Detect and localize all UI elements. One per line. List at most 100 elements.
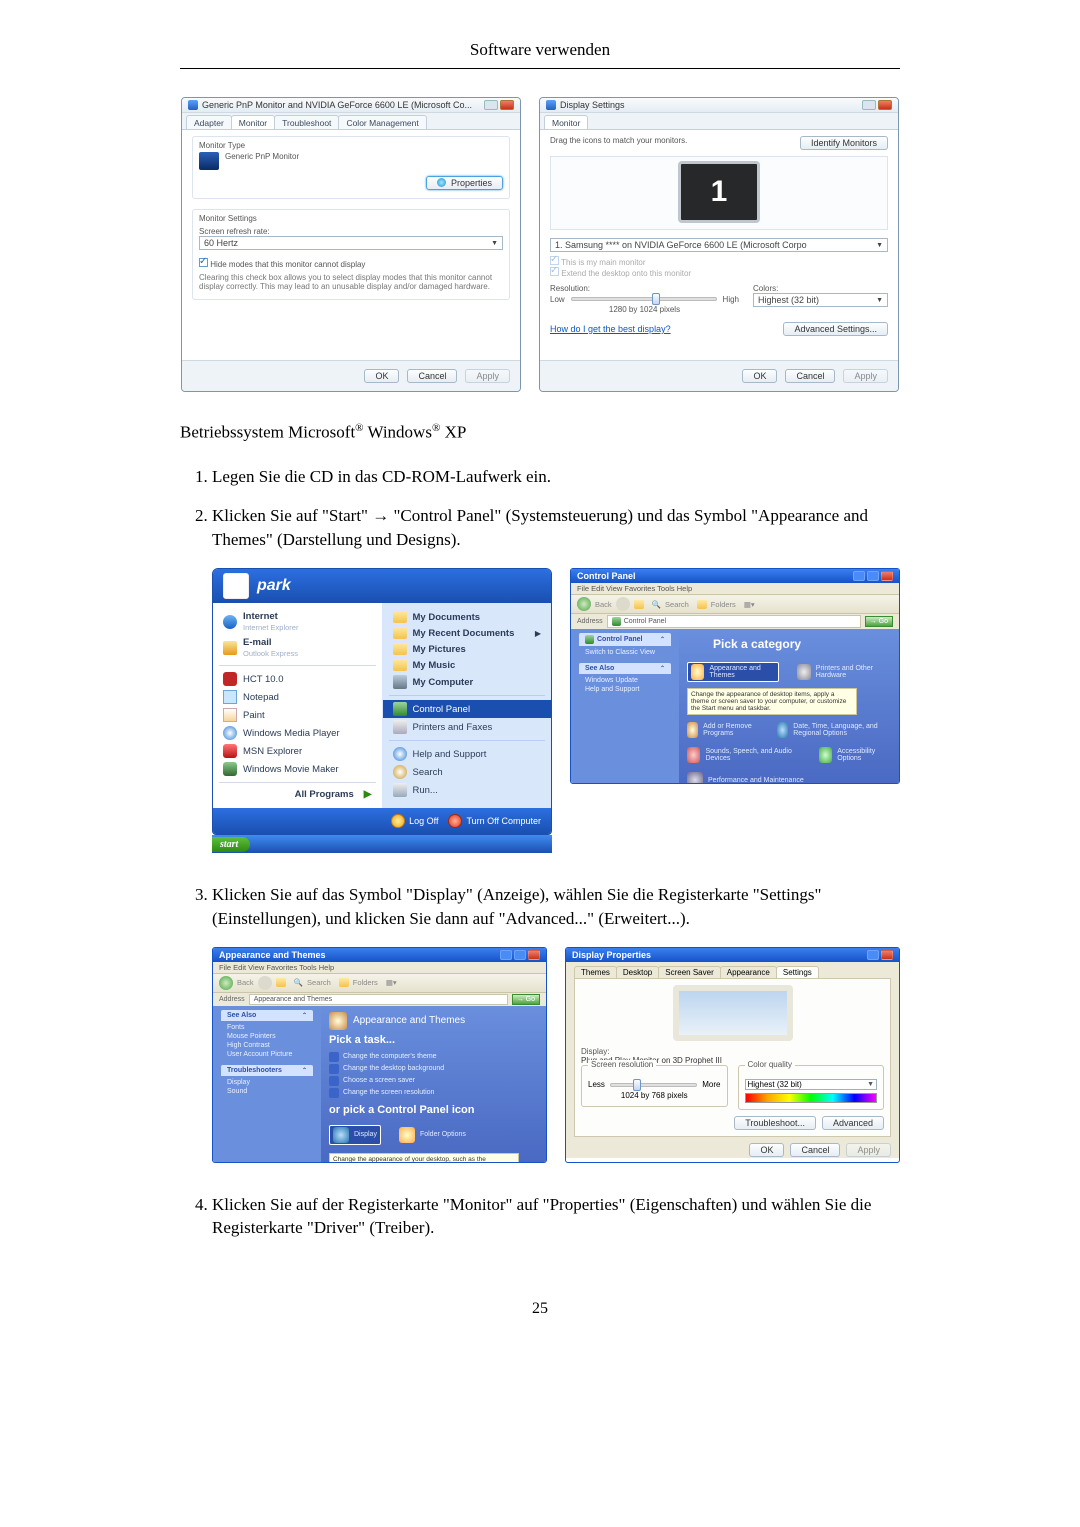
cat-performance[interactable]: Performance and Maintenance	[687, 772, 804, 784]
minimize-icon[interactable]	[862, 100, 876, 110]
sm-mydocs[interactable]: My Documents	[383, 609, 552, 625]
sm-search[interactable]: Search	[383, 763, 552, 781]
colors-select[interactable]: Highest (32 bit) ▼	[753, 293, 888, 307]
cat-add-remove[interactable]: Add or Remove Programs	[687, 722, 759, 738]
tab-screensaver[interactable]: Screen Saver	[658, 966, 720, 978]
seealso-item[interactable]: Fonts	[217, 1023, 317, 1032]
seealso-header[interactable]: See Also⌃	[221, 1010, 313, 1021]
at-menu[interactable]: File Edit View Favorites Tools Help	[213, 962, 546, 974]
task-item[interactable]: Change the computer's theme	[329, 1052, 538, 1062]
close-icon[interactable]	[528, 950, 540, 960]
cat-printers[interactable]: Printers and Other Hardware	[797, 662, 891, 682]
minimize-icon[interactable]	[853, 571, 865, 581]
cp-titlebar[interactable]: Control Panel	[571, 569, 899, 583]
sm-hct[interactable]: HCT 10.0	[213, 670, 382, 688]
seealso-item[interactable]: User Account Picture	[217, 1050, 317, 1059]
ok-button[interactable]: OK	[364, 369, 399, 383]
task-item[interactable]: Choose a screen saver	[329, 1076, 538, 1086]
sm-email[interactable]: E-mailOutlook Express	[213, 635, 382, 661]
go-button[interactable]: → Go	[512, 994, 540, 1005]
close-icon[interactable]	[881, 950, 893, 960]
sm-run[interactable]: Run...	[383, 781, 552, 799]
vista-right-titlebar[interactable]: Display Settings	[540, 98, 898, 113]
search-icon[interactable]: 🔍	[294, 978, 303, 987]
sm-controlpanel[interactable]: Control Panel	[383, 700, 552, 718]
apply-button[interactable]: Apply	[843, 369, 888, 383]
advanced-button[interactable]: Advanced	[822, 1116, 884, 1130]
tab-monitor[interactable]: Monitor	[231, 115, 275, 129]
properties-button[interactable]: Properties	[426, 176, 503, 190]
turnoff-button[interactable]: Turn Off Computer	[448, 814, 541, 828]
sm-printers[interactable]: Printers and Faxes	[383, 718, 552, 736]
address-bar[interactable]: Control Panel	[607, 615, 861, 628]
icon-display[interactable]: Display	[329, 1125, 381, 1145]
refresh-rate-select[interactable]: 60 Hertz ▼	[199, 236, 503, 250]
troubleshoot-button[interactable]: Troubleshoot...	[734, 1116, 816, 1130]
sm-mycomputer[interactable]: My Computer	[383, 673, 552, 691]
at-titlebar[interactable]: Appearance and Themes	[213, 948, 546, 962]
back-icon[interactable]	[219, 976, 233, 990]
sm-mymusic[interactable]: My Music	[383, 657, 552, 673]
ok-button[interactable]: OK	[742, 369, 777, 383]
task-item[interactable]: Change the desktop background	[329, 1064, 538, 1074]
address-bar[interactable]: Appearance and Themes	[249, 994, 508, 1005]
apply-button[interactable]: Apply	[465, 369, 510, 383]
go-button[interactable]: → Go	[865, 616, 893, 627]
tab-desktop[interactable]: Desktop	[616, 966, 659, 978]
identify-monitors-button[interactable]: Identify Monitors	[800, 136, 888, 150]
trouble-header[interactable]: Troubleshooters⌃	[221, 1065, 313, 1076]
sm-help[interactable]: Help and Support	[383, 745, 552, 763]
cat-sounds[interactable]: Sounds, Speech, and Audio Devices	[687, 747, 801, 763]
logoff-button[interactable]: Log Off	[391, 814, 438, 828]
sm-notepad[interactable]: Notepad	[213, 688, 382, 706]
dp-titlebar[interactable]: Display Properties	[566, 948, 899, 962]
monitor-1-icon[interactable]: 1	[678, 161, 760, 223]
sm-internet[interactable]: InternetInternet Explorer	[213, 609, 382, 635]
apply-button[interactable]: Apply	[846, 1143, 891, 1157]
search-icon[interactable]: 🔍	[652, 600, 661, 609]
seealso-item[interactable]: Windows Update	[575, 676, 675, 685]
folders-icon[interactable]	[339, 978, 349, 987]
up-icon[interactable]	[634, 600, 644, 609]
seealso-item[interactable]: Mouse Pointers	[217, 1032, 317, 1041]
tab-troubleshoot[interactable]: Troubleshoot	[274, 115, 339, 129]
cp-seealso-header[interactable]: See Also⌃	[579, 663, 671, 674]
cp-sidepanel-header[interactable]: Control Panel⌃	[579, 633, 671, 646]
close-icon[interactable]	[881, 571, 893, 581]
task-item[interactable]: Change the screen resolution	[329, 1088, 538, 1098]
folders-icon[interactable]	[697, 600, 707, 609]
seealso-item[interactable]: High Contrast	[217, 1041, 317, 1050]
cp-menu[interactable]: File Edit View Favorites Tools Help	[571, 583, 899, 595]
cat-date-time[interactable]: Date, Time, Language, and Regional Optio…	[777, 722, 891, 738]
forward-icon[interactable]	[258, 976, 272, 990]
close-icon[interactable]	[878, 100, 892, 110]
minimize-icon[interactable]	[500, 950, 512, 960]
sm-mypics[interactable]: My Pictures	[383, 641, 552, 657]
forward-icon[interactable]	[616, 597, 630, 611]
start-button[interactable]: start	[212, 837, 250, 852]
resolution-slider[interactable]	[610, 1083, 697, 1087]
cancel-button[interactable]: Cancel	[785, 369, 835, 383]
maximize-icon[interactable]	[514, 950, 526, 960]
sm-msn[interactable]: MSN Explorer	[213, 742, 382, 760]
tab-appearance[interactable]: Appearance	[720, 966, 777, 978]
hide-modes-checkbox[interactable]	[199, 258, 208, 267]
tab-themes[interactable]: Themes	[574, 966, 617, 978]
seealso-item[interactable]: Help and Support	[575, 685, 675, 694]
close-icon[interactable]	[500, 100, 514, 110]
help-link[interactable]: How do I get the best display?	[550, 324, 671, 334]
monitor-select[interactable]: 1. Samsung **** on NVIDIA GeForce 6600 L…	[550, 238, 888, 252]
up-icon[interactable]	[276, 978, 286, 987]
sm-recent[interactable]: My Recent Documents▶	[383, 625, 552, 641]
icon-folder-options[interactable]: Folder Options	[399, 1125, 466, 1145]
minimize-icon[interactable]	[484, 100, 498, 110]
tab-adapter[interactable]: Adapter	[186, 115, 232, 129]
help-icon[interactable]	[867, 950, 879, 960]
maximize-icon[interactable]	[867, 571, 879, 581]
sm-wmp[interactable]: Windows Media Player	[213, 724, 382, 742]
trouble-item[interactable]: Sound	[217, 1087, 317, 1096]
cancel-button[interactable]: Cancel	[790, 1143, 840, 1157]
back-icon[interactable]	[577, 597, 591, 611]
sm-all-programs[interactable]: All Programs ▶	[213, 787, 382, 802]
advanced-settings-button[interactable]: Advanced Settings...	[783, 322, 888, 336]
